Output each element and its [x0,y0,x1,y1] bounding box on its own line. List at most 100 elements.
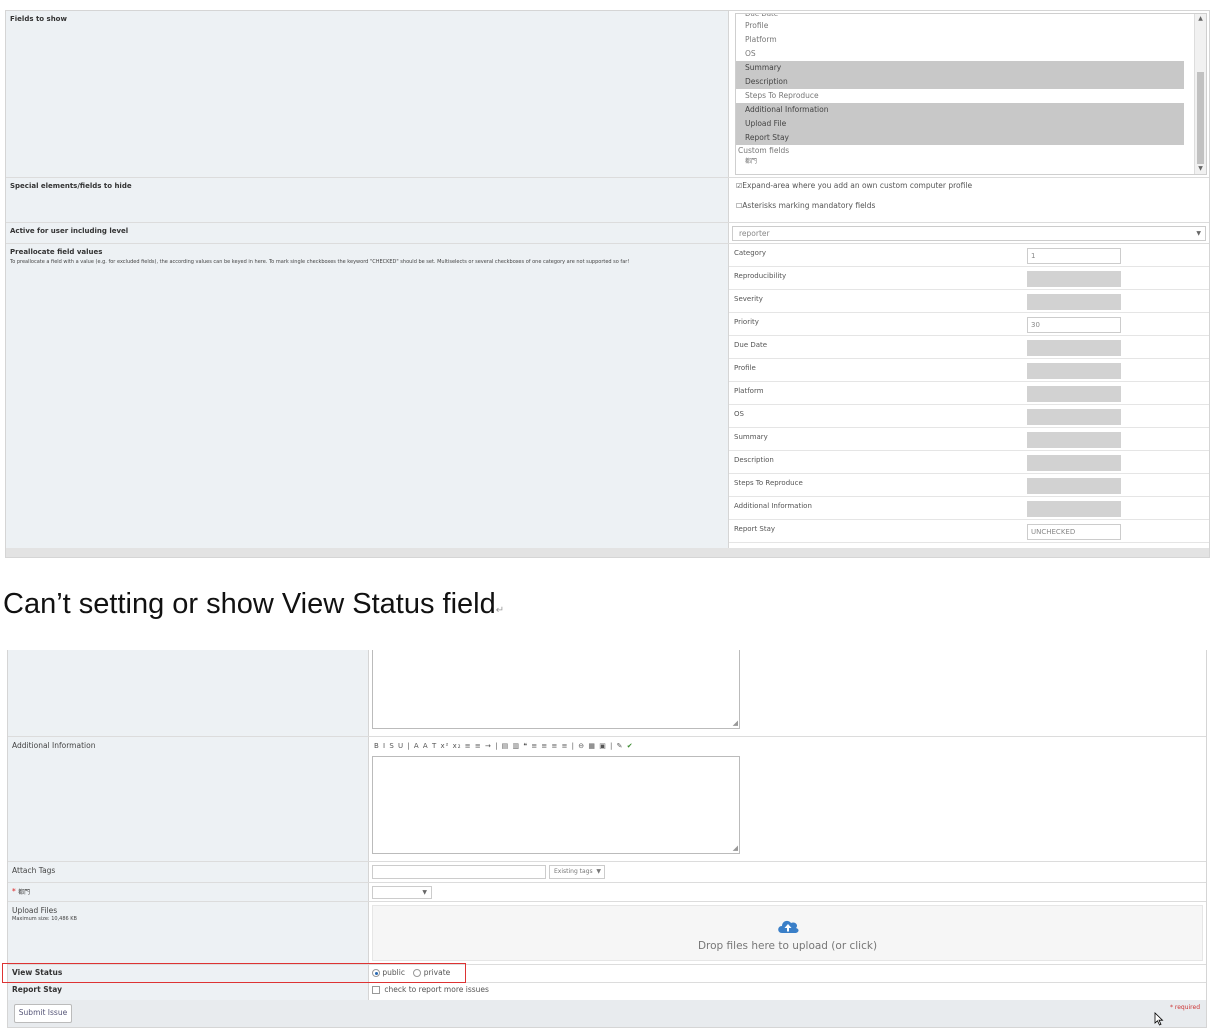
mouse-cursor-icon [1154,1012,1164,1026]
preallocate-field-label: Reproducibility [734,272,787,280]
paragraph-mark: ↵ [495,605,505,616]
preallocate-field-row: Reproducibility [729,267,1209,290]
preallocate-value-input[interactable] [1027,501,1121,517]
preallocate-field-row: Platform [729,382,1209,405]
preallocate-field-row: Steps To Reproduce [729,474,1209,497]
max-size-note: Maximum size: 10,486 KB [12,916,77,922]
view-status-highlight [2,963,466,983]
list-item[interactable]: Platform [736,33,1184,47]
preallocate-value-input[interactable] [1027,478,1121,494]
preallocate-value-input[interactable] [1027,409,1121,425]
custom-fields-group: Custom fields [738,146,790,155]
preallocate-value-input[interactable] [1027,340,1121,356]
chevron-down-icon: ▼ [596,868,601,875]
dropzone-text: Drop files here to upload (or click) [697,940,878,952]
preallocate-field-row: Profile [729,359,1209,382]
preallocate-field-label: Steps To Reproduce [734,479,803,487]
scroll-thumb[interactable] [1197,72,1204,164]
preallocate-value-input[interactable] [1027,294,1121,310]
rich-text-toolbar[interactable]: B I S U | A A T x² x₂ ≡ ≡ → | ▤ ▥ ❝ ≡ ≡ … [374,742,634,750]
config-panel: Fields to show Due Date Profile Platform O… [5,10,1210,558]
preallocate-field-row: OS [729,405,1209,428]
preallocate-field-label: Category [734,249,766,257]
existing-tags-select[interactable]: Existing tags ▼ [549,865,605,879]
report-stay-checkbox[interactable] [372,986,380,994]
description-textarea[interactable]: ◢ [372,650,740,729]
list-item[interactable]: Steps To Reproduce [736,89,1184,103]
report-stay-text[interactable]: check to report more issues [384,985,489,994]
listbox-scrollbar[interactable]: ▲ ▼ [1194,14,1206,174]
preallocate-field-label: Profile [734,364,756,372]
additional-info-row: Additional Information B I S U | A A T x… [8,737,1206,862]
report-stay-row: Report Stay check to report more issues [8,983,1206,1001]
upload-files-label: Upload Files Maximum size: 10,486 KB [8,902,369,964]
preallocate-field-label: Priority [734,318,759,326]
upload-files-row: Upload Files Maximum size: 10,486 KB Dro… [8,902,1206,965]
fields-to-show-listbox[interactable]: Due Date Profile Platform OS Summary Descrip… [735,13,1207,175]
preallocate-field-row: Summary [729,428,1209,451]
list-item[interactable]: Report Stay [736,131,1184,145]
special-elements-row: Special elements/fields to hide ☑Expand-… [6,178,1209,223]
preallocate-value-input[interactable]: 30 [1027,317,1121,333]
list-item[interactable]: Description [736,75,1184,89]
fields-to-show-label: Fields to show [6,11,729,177]
attach-tags-label: Attach Tags [8,862,369,882]
required-asterisk: * [12,887,16,896]
custom-field-row: * 都門 ▼ [8,883,1206,902]
tag-input[interactable] [372,865,546,879]
additional-info-textarea[interactable]: ◢ [372,756,740,854]
attach-tags-row: Attach Tags Existing tags ▼ [8,862,1206,883]
preallocate-field-label: Additional Information [734,502,812,510]
preallocate-field-label: Description [734,456,774,464]
file-dropzone[interactable]: Drop files here to upload (or click) [372,905,1203,961]
resize-grip-icon[interactable]: ◢ [733,719,738,727]
preallocate-field-row: Additional Information [729,497,1209,520]
list-item[interactable]: Summary [736,61,1184,75]
preallocate-row: Preallocate field values To preallocate … [6,244,1209,549]
annotation-heading: Can’t setting or show View Status field↵ [3,588,505,620]
resize-grip-icon[interactable]: ◢ [733,844,738,852]
preallocate-value-input[interactable] [1027,363,1121,379]
report-stay-label: Report Stay [8,983,369,1001]
preallocate-value-input[interactable] [1027,271,1121,287]
preallocate-value-input[interactable] [1027,432,1121,448]
preallocate-value-input[interactable] [1027,455,1121,471]
preallocate-value-input[interactable] [1027,386,1121,402]
level-select[interactable]: reporter ▼ [732,226,1206,241]
active-level-row: Active for user including level reporter… [6,223,1209,244]
preallocate-value-input[interactable]: UNCHECKED [1027,524,1121,540]
preallocate-field-row: Severity [729,290,1209,313]
preallocate-field-label: Severity [734,295,763,303]
preallocate-title: Preallocate field values [10,248,103,256]
preallocate-field-label: Platform [734,387,764,395]
preallocate-field-label: Report Stay [734,525,776,533]
submit-issue-button[interactable]: Submit Issue [14,1004,72,1023]
check-icon[interactable]: ✔ [627,742,634,750]
list-item-custom[interactable]: 都門 [736,157,1184,167]
horizontal-scrollbar[interactable] [6,548,1209,557]
hide-asterisks-option[interactable]: ☐Asterisks marking mandatory fields [736,201,875,210]
preallocate-field-label: OS [734,410,744,418]
preallocate-field-row: Category 1 [729,244,1209,267]
chevron-down-icon: ▼ [422,889,427,896]
preallocate-field-row: Description [729,451,1209,474]
list-item[interactable]: Profile [736,19,1184,33]
preallocate-label: Preallocate field values To preallocate … [6,244,729,549]
chevron-down-icon: ▼ [1196,230,1201,237]
required-note: * required [1169,1004,1200,1011]
hide-profile-option[interactable]: ☑Expand-area where you add an own custom… [736,181,972,190]
list-item[interactable]: Upload File [736,117,1184,131]
list-item[interactable]: Additional Information [736,103,1184,117]
preallocate-note: To preallocate a field with a value (e.g… [10,259,630,265]
form-footer: Submit Issue * required [8,1000,1206,1027]
scroll-up-icon[interactable]: ▲ [1195,14,1206,24]
preallocate-field-row: Report Stay UNCHECKED [729,520,1209,543]
preallocate-field-label: Due Date [734,341,768,349]
active-level-label: Active for user including level [6,223,729,243]
preallocate-field-row: Due Date [729,336,1209,359]
scroll-down-icon[interactable]: ▼ [1195,164,1206,174]
custom-field-label: * 都門 [8,883,369,901]
custom-field-select[interactable]: ▼ [372,886,432,899]
preallocate-value-input[interactable]: 1 [1027,248,1121,264]
list-item[interactable]: OS [736,47,1184,61]
